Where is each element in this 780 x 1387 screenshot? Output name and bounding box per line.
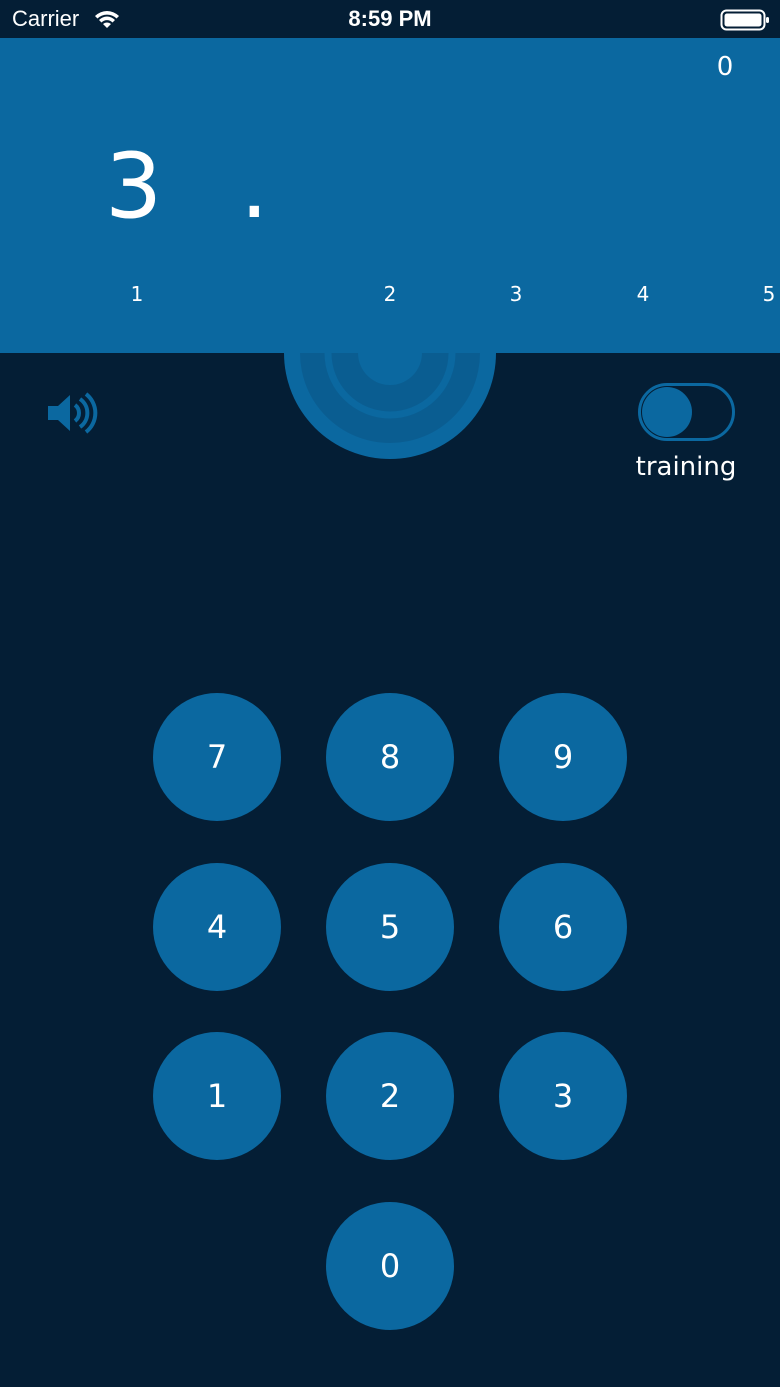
key-1[interactable]: 1 xyxy=(153,1032,281,1160)
clock: 8:59 PM xyxy=(348,6,432,31)
key-4[interactable]: 4 xyxy=(153,863,281,991)
position-label-3: 3 xyxy=(509,282,523,306)
toggle-knob xyxy=(642,387,692,437)
key-9[interactable]: 9 xyxy=(499,693,627,821)
key-0[interactable]: 0 xyxy=(326,1202,454,1330)
key-2[interactable]: 2 xyxy=(326,1032,454,1160)
position-label-1: 1 xyxy=(130,282,144,306)
key-5[interactable]: 5 xyxy=(326,863,454,991)
position-label-2: 2 xyxy=(383,282,397,306)
training-toggle[interactable] xyxy=(638,383,735,441)
key-7[interactable]: 7 xyxy=(153,693,281,821)
training-label: training xyxy=(635,452,737,482)
position-label-5: 5 xyxy=(762,282,776,306)
target-icon xyxy=(284,353,496,459)
status-bar: Carrier 8:59 PM xyxy=(0,0,780,38)
position-label-4: 4 xyxy=(636,282,650,306)
entered-digit-1: 3 xyxy=(105,134,163,239)
speaker-icon[interactable] xyxy=(46,392,98,434)
entered-digit-2: . xyxy=(240,134,269,239)
battery-icon xyxy=(720,9,769,31)
key-3[interactable]: 3 xyxy=(499,1032,627,1160)
key-6[interactable]: 6 xyxy=(499,863,627,991)
score-counter: 0 xyxy=(716,52,734,82)
digit-display-panel: 0 3 . 1 2 3 4 5 xyxy=(0,38,780,353)
key-8[interactable]: 8 xyxy=(326,693,454,821)
